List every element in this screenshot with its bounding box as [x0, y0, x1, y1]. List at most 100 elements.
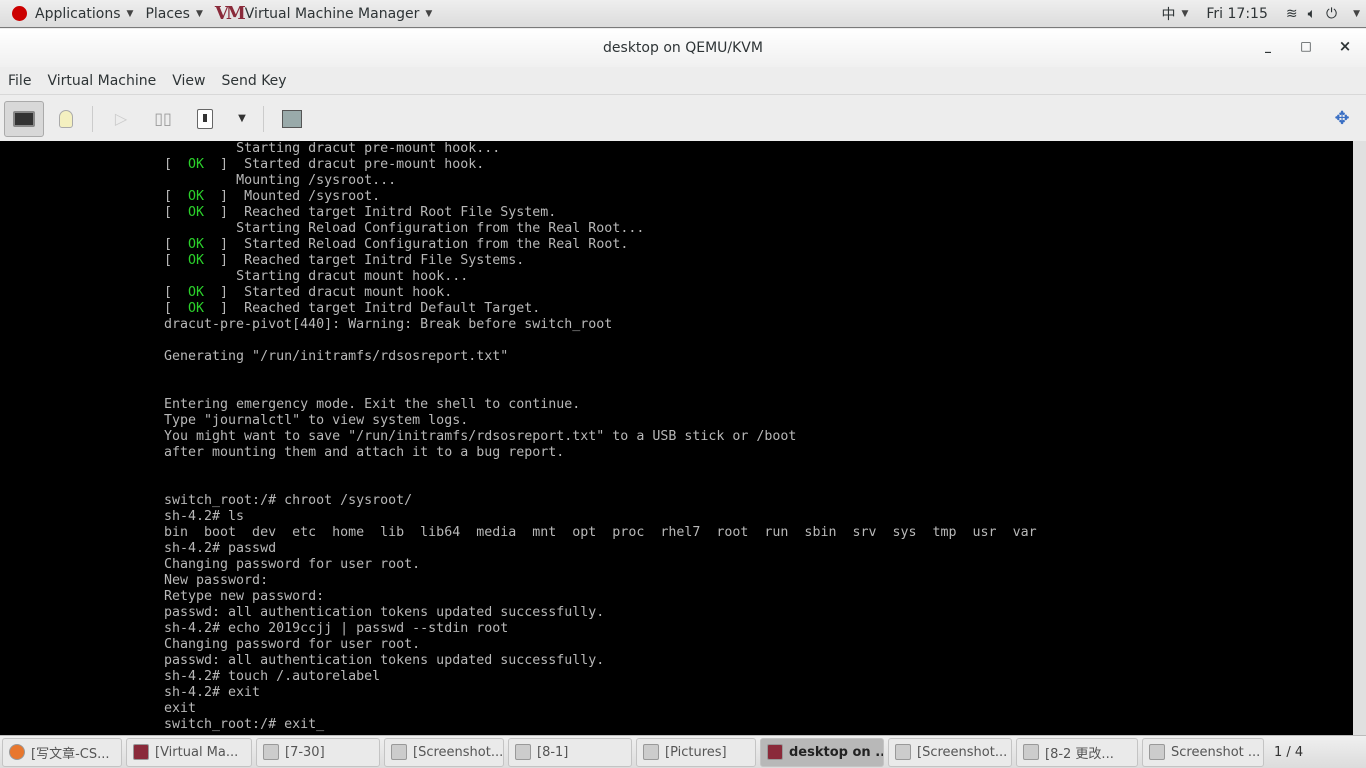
taskbar-item[interactable]: [Pictures]	[636, 737, 756, 767]
taskbar-item[interactable]: desktop on ...	[760, 737, 884, 767]
caret-down-icon: ▼	[1181, 8, 1189, 19]
details-button[interactable]	[46, 101, 86, 137]
caret-down-icon: ▼	[1353, 8, 1360, 19]
console-line: passwd: all authentication tokens update…	[164, 653, 1037, 669]
taskbar-item[interactable]: [写文章-CS...	[2, 737, 122, 767]
console-button[interactable]	[4, 100, 44, 137]
menubar: File Virtual Machine View Send Key	[0, 67, 1366, 95]
clock[interactable]: Fri 17:15	[1194, 0, 1279, 28]
console-line: [ OK ] Started Reload Configuration from…	[164, 237, 629, 252]
console-line: [ OK ] Reached target Initrd File System…	[164, 253, 525, 268]
console-line-text: Type "journalctl" to view system logs.	[164, 413, 469, 428]
console-line-text: Starting dracut mount hook...	[236, 269, 469, 284]
console-line-text: exit	[164, 701, 197, 716]
virt-manager-icon	[767, 744, 783, 760]
console-line-text: passwd: all authentication tokens update…	[164, 605, 605, 620]
console-line-text: Starting Reload Configuration from the R…	[236, 221, 645, 236]
console-line: Starting dracut pre-mount hook...	[164, 141, 1037, 157]
console-line-text: Changing password for user root.	[164, 637, 421, 652]
toolbar-separator	[263, 105, 264, 132]
taskbar-item[interactable]: [8-1]	[508, 737, 632, 767]
snapshots-button[interactable]	[272, 101, 312, 137]
console-line: sh-4.2# ls	[164, 509, 1037, 525]
top-panel: Applications ▼ Places ▼ VM Virtual Machine …	[0, 0, 1366, 28]
workspace-pager[interactable]: 1 / 4	[1274, 745, 1303, 760]
taskbar-item[interactable]: [7-30]	[256, 737, 380, 767]
taskbar-item[interactable]: [8-2 更改...	[1016, 737, 1138, 767]
wifi-icon: ≋	[1285, 5, 1298, 22]
console-line-text: Changing password for user root.	[164, 557, 421, 572]
run-icon: ▷	[114, 109, 128, 128]
caret-down-icon: ▼	[126, 8, 134, 19]
places-menu[interactable]: Places ▼	[139, 0, 208, 28]
maximize-button[interactable]: □	[1296, 39, 1316, 53]
input-method-menu[interactable]: 中 ▼	[1155, 0, 1194, 28]
ok-status: OK	[188, 237, 205, 252]
console-line: New password:	[164, 573, 1037, 589]
scrollbar[interactable]	[1353, 141, 1366, 735]
console-line: Entering emergency mode. Exit the shell …	[164, 397, 1037, 413]
system-menu[interactable]: ≋ 🔈︎ ⏻ ▼	[1280, 0, 1366, 28]
console-output: Starting dracut pre-mount hook... [ OK ] …	[164, 141, 1037, 733]
console-line-text: New password:	[164, 573, 269, 588]
close-button[interactable]: ×	[1335, 37, 1355, 55]
ok-status: OK	[188, 253, 205, 268]
file-cabinet-icon	[643, 744, 659, 760]
console-line-text: dracut-pre-pivot[440]: Warning: Break be…	[164, 317, 613, 332]
screenshot-icon	[1149, 744, 1165, 760]
applications-label: Applications	[35, 5, 121, 22]
taskbar-item[interactable]: [Screenshot...	[888, 737, 1012, 767]
menu-virtual-machine[interactable]: Virtual Machine	[39, 73, 164, 89]
console-line-text: Retype new password:	[164, 589, 325, 604]
taskbar-item[interactable]: Screenshot ...	[1142, 737, 1264, 767]
console-line-text: Reached target Initrd Default Target.	[244, 301, 541, 316]
screenshot-icon	[391, 744, 407, 760]
console-line: Changing password for user root.	[164, 557, 1037, 573]
console-line: bin boot dev etc home lib lib64 media mn…	[164, 525, 1037, 541]
console-line-text: sh-4.2# touch /.autorelabel	[164, 669, 381, 684]
console-line: sh-4.2# touch /.autorelabel	[164, 669, 1037, 685]
shutdown-dropdown-icon: ▼	[238, 113, 246, 124]
caret-down-icon: ▼	[425, 8, 433, 19]
console-line-text: Started dracut pre-mount hook.	[244, 157, 485, 172]
places-label: Places	[145, 5, 190, 22]
fullscreen-icon: ✥	[1334, 108, 1350, 129]
vm-console-display[interactable]: Starting dracut pre-mount hook... [ OK ] …	[0, 141, 1353, 735]
console-line: You might want to save "/run/initramfs/r…	[164, 429, 1037, 445]
taskbar-item-label: desktop on ...	[789, 744, 884, 760]
shutdown-dropdown-button[interactable]: ▼	[227, 101, 257, 137]
console-line-text: Mounting /sysroot...	[236, 173, 397, 188]
taskbar-item-label: [Virtual Ma...	[155, 744, 239, 760]
firefox-icon	[9, 744, 25, 760]
caret-down-icon: ▼	[195, 8, 203, 19]
taskbar-item-label: [8-2 更改...	[1045, 746, 1114, 762]
menu-send-key[interactable]: Send Key	[213, 73, 294, 89]
menu-view[interactable]: View	[164, 73, 213, 89]
console-line: Changing password for user root.	[164, 637, 1037, 653]
ok-status: OK	[188, 189, 205, 204]
taskbar-item-label: [Screenshot...	[413, 744, 504, 760]
console-line-text: Started Reload Configuration from the Re…	[244, 237, 629, 252]
minimize-button[interactable]: _	[1258, 39, 1278, 53]
console-line-text: passwd: all authentication tokens update…	[164, 653, 605, 668]
taskbar-item-label: Screenshot ...	[1171, 744, 1261, 760]
console-line-text: switch_root:/# chroot /sysroot/	[164, 493, 413, 508]
pause-icon: ▯▯	[154, 109, 172, 128]
ok-status: OK	[188, 157, 205, 172]
pause-button[interactable]: ▯▯	[143, 101, 183, 137]
taskbar-item[interactable]: [Screenshot...	[384, 737, 504, 767]
console-line-text: Reached target Initrd File Systems.	[244, 253, 525, 268]
menu-file[interactable]: File	[0, 73, 39, 89]
fullscreen-button[interactable]: ✥	[1322, 101, 1362, 137]
window-title: desktop on QEMU/KVM	[603, 40, 763, 56]
console-line: sh-4.2# echo 2019ccjj | passwd --stdin r…	[164, 621, 1037, 637]
applications-menu[interactable]: Applications ▼	[0, 0, 139, 28]
console-line-text: Starting dracut pre-mount hook...	[236, 141, 501, 156]
clock-label: Fri 17:15	[1206, 5, 1268, 22]
run-button[interactable]: ▷	[101, 101, 141, 137]
console-line-text: Reached target Initrd Root File System.	[244, 205, 557, 220]
app-menu[interactable]: VM Virtual Machine Manager ▼	[209, 0, 438, 28]
shutdown-button[interactable]	[185, 101, 225, 137]
taskbar-item[interactable]: [Virtual Ma...	[126, 737, 252, 767]
